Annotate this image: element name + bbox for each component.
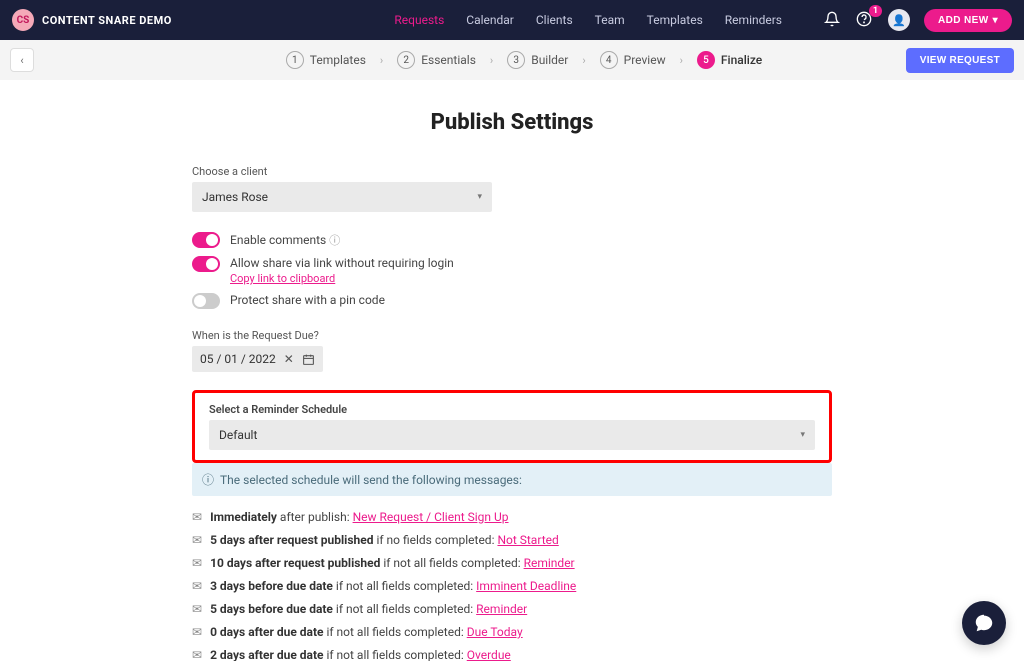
bell-icon[interactable] bbox=[824, 11, 842, 29]
step-num: 5 bbox=[697, 51, 715, 69]
schedule-row: ✉ 5 days after request published if no f… bbox=[192, 533, 832, 547]
schedule-row: ✉ 5 days before due date if not all fiel… bbox=[192, 602, 832, 616]
step-finalize[interactable]: 5 Finalize bbox=[697, 51, 762, 69]
step-builder[interactable]: 3 Builder bbox=[507, 51, 568, 69]
copy-link[interactable]: Copy link to clipboard bbox=[230, 272, 454, 285]
main: Publish Settings Choose a client James R… bbox=[172, 80, 852, 661]
top-nav: CS CONTENT SNARE DEMO Requests Calendar … bbox=[0, 0, 1024, 40]
step-essentials[interactable]: 2 Essentials bbox=[397, 51, 476, 69]
publish-form: Choose a client James Rose ▾ Enable comm… bbox=[192, 165, 832, 661]
toggle-comments[interactable] bbox=[192, 232, 220, 248]
view-request-button[interactable]: VIEW REQUEST bbox=[906, 48, 1014, 73]
schedule-row: ✉ 10 days after request published if not… bbox=[192, 556, 832, 570]
schedule-row: ✉ 0 days after due date if not all field… bbox=[192, 625, 832, 639]
schedule-link-not-started[interactable]: Not Started bbox=[497, 533, 558, 547]
help-badge: 1 bbox=[869, 5, 882, 17]
back-button[interactable]: ‹ bbox=[10, 48, 34, 72]
schedule-row: ✉ Immediately after publish: New Request… bbox=[192, 510, 832, 524]
chat-bubble[interactable] bbox=[962, 601, 1006, 645]
envelope-icon: ✉ bbox=[192, 579, 202, 593]
schedule-link-new-request[interactable]: New Request / Client Sign Up bbox=[353, 510, 509, 524]
chevron-down-icon: ▾ bbox=[800, 430, 805, 440]
envelope-icon: ✉ bbox=[192, 556, 202, 570]
toggle-comments-row: Enable comments ⓘ bbox=[192, 232, 832, 248]
chevron-down-icon: ▾ bbox=[477, 192, 482, 202]
nav-links: Requests Calendar Clients Team Templates… bbox=[394, 9, 1012, 32]
nav-link-templates[interactable]: Templates bbox=[647, 13, 703, 27]
info-icon: ⓘ bbox=[202, 471, 214, 488]
schedule-row: ✉ 2 days after due date if not all field… bbox=[192, 648, 832, 661]
due-section: When is the Request Due? 05 / 01 / 2022 … bbox=[192, 329, 832, 372]
envelope-icon: ✉ bbox=[192, 510, 202, 524]
chevron-right-icon: › bbox=[380, 54, 383, 67]
question-icon[interactable]: ⓘ bbox=[329, 234, 340, 247]
avatar[interactable]: 👤 bbox=[888, 9, 910, 31]
nav-link-requests[interactable]: Requests bbox=[394, 13, 444, 27]
nav-link-reminders[interactable]: Reminders bbox=[725, 13, 782, 27]
main-scroll[interactable]: Publish Settings Choose a client James R… bbox=[0, 80, 1024, 661]
step-num: 1 bbox=[286, 51, 304, 69]
toggle-share-row: Allow share via link without requiring l… bbox=[192, 256, 832, 285]
reminder-select[interactable]: Default ▾ bbox=[209, 420, 815, 450]
toggles-group: Enable comments ⓘ Allow share via link w… bbox=[192, 232, 832, 309]
reminder-highlight-box: Select a Reminder Schedule Default ▾ bbox=[192, 390, 832, 463]
add-new-label: ADD NEW bbox=[938, 15, 989, 26]
due-label: When is the Request Due? bbox=[192, 329, 832, 342]
envelope-icon: ✉ bbox=[192, 625, 202, 639]
toggle-protect[interactable] bbox=[192, 293, 220, 309]
envelope-icon: ✉ bbox=[192, 602, 202, 616]
step-label: Builder bbox=[531, 53, 568, 67]
schedule-link-reminder[interactable]: Reminder bbox=[524, 556, 575, 570]
step-label: Templates bbox=[310, 53, 366, 67]
step-num: 4 bbox=[600, 51, 618, 69]
nav-icons: 1 👤 ADD NEW ▾ bbox=[824, 9, 1012, 32]
nav-link-calendar[interactable]: Calendar bbox=[466, 13, 514, 27]
envelope-icon: ✉ bbox=[192, 533, 202, 547]
step-label: Finalize bbox=[721, 53, 762, 67]
schedule-row: ✉ 3 days before due date if not all fiel… bbox=[192, 579, 832, 593]
step-label: Preview bbox=[624, 53, 666, 67]
reminder-value: Default bbox=[219, 428, 257, 442]
add-new-button[interactable]: ADD NEW ▾ bbox=[924, 9, 1012, 32]
toggle-share[interactable] bbox=[192, 256, 220, 272]
toggle-comments-label: Enable comments ⓘ bbox=[230, 232, 340, 248]
chevron-right-icon: › bbox=[490, 54, 493, 67]
step-num: 3 bbox=[507, 51, 525, 69]
steps: 1 Templates › 2 Essentials › 3 Builder › 4P… bbox=[286, 51, 762, 69]
toggle-share-label: Allow share via link without requiring l… bbox=[230, 256, 454, 270]
info-bar-text: The selected schedule will send the foll… bbox=[220, 473, 522, 487]
envelope-icon: ✉ bbox=[192, 648, 202, 661]
step-preview[interactable]: 4 Preview bbox=[600, 51, 666, 69]
nav-link-clients[interactable]: Clients bbox=[536, 13, 573, 27]
client-select[interactable]: James Rose ▾ bbox=[192, 182, 492, 212]
schedule-list: ✉ Immediately after publish: New Request… bbox=[192, 510, 832, 661]
brand-name: CONTENT SNARE DEMO bbox=[42, 14, 172, 27]
step-templates[interactable]: 1 Templates bbox=[286, 51, 366, 69]
page-title: Publish Settings bbox=[182, 110, 842, 135]
brand[interactable]: CS CONTENT SNARE DEMO bbox=[12, 9, 172, 31]
due-date-input[interactable]: 05 / 01 / 2022 ✕ bbox=[192, 346, 323, 372]
schedule-link-imminent[interactable]: Imminent Deadline bbox=[476, 579, 576, 593]
reminder-label: Select a Reminder Schedule bbox=[209, 403, 815, 416]
schedule-info-bar: ⓘ The selected schedule will send the fo… bbox=[192, 463, 832, 496]
step-label: Essentials bbox=[421, 53, 476, 67]
chevron-down-icon: ▾ bbox=[993, 15, 998, 26]
brand-badge: CS bbox=[12, 9, 34, 31]
help-icon[interactable]: 1 bbox=[856, 11, 874, 29]
steps-bar: ‹ 1 Templates › 2 Essentials › 3 Builder › … bbox=[0, 40, 1024, 80]
client-value: James Rose bbox=[202, 190, 268, 204]
chevron-right-icon: › bbox=[680, 54, 683, 67]
schedule-link-due-today[interactable]: Due Today bbox=[467, 625, 523, 639]
schedule-link-overdue[interactable]: Overdue bbox=[467, 648, 511, 661]
nav-link-team[interactable]: Team bbox=[595, 13, 625, 27]
step-num: 2 bbox=[397, 51, 415, 69]
due-date-value: 05 / 01 / 2022 bbox=[200, 352, 276, 366]
schedule-link-reminder-2[interactable]: Reminder bbox=[476, 602, 527, 616]
client-label: Choose a client bbox=[192, 165, 832, 178]
chevron-right-icon: › bbox=[582, 54, 585, 67]
calendar-icon[interactable] bbox=[302, 353, 315, 366]
toggle-protect-row: Protect share with a pin code bbox=[192, 293, 832, 309]
toggle-protect-label: Protect share with a pin code bbox=[230, 293, 385, 307]
clear-date-icon[interactable]: ✕ bbox=[284, 352, 294, 366]
